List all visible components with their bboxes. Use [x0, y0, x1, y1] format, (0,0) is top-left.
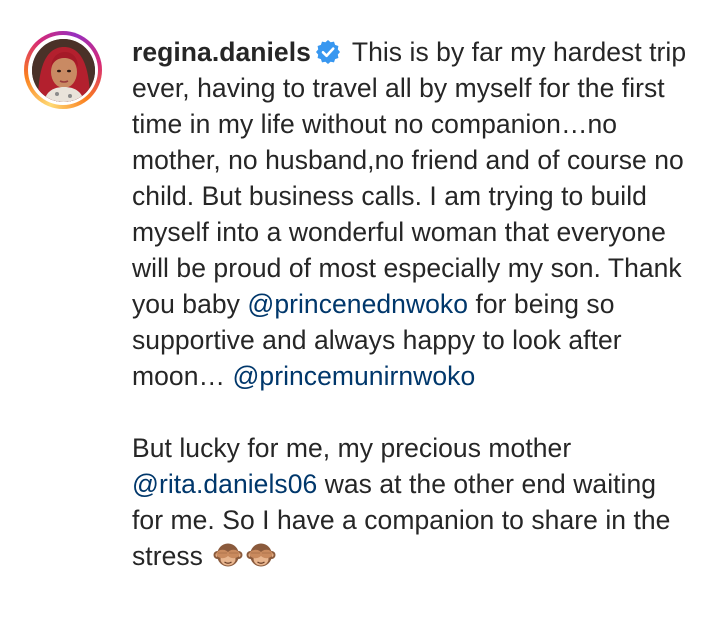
- caption-paragraph-1: regina.daniels This is by far my hardest…: [132, 34, 692, 394]
- caption-segment: This is by far my hardest trip ever, hav…: [132, 37, 687, 319]
- caption-text: regina.daniels This is by far my hardest…: [132, 34, 692, 574]
- profile-photo-icon: [31, 38, 95, 102]
- caption-paragraph-2: But lucky for me, my precious mother @ri…: [132, 430, 692, 574]
- instagram-caption: regina.daniels This is by far my hardest…: [0, 0, 720, 636]
- username-link[interactable]: regina.daniels: [132, 37, 311, 67]
- story-ring[interactable]: [24, 31, 102, 109]
- avatar[interactable]: [31, 38, 95, 102]
- see-no-evil-monkey-icon: [213, 543, 243, 567]
- see-no-evil-monkey-icon: [246, 543, 276, 567]
- mention-link-rita-daniels06[interactable]: @rita.daniels06: [132, 469, 317, 499]
- mention-link-princemunirnwoko[interactable]: @princemunirnwoko: [232, 361, 475, 391]
- caption-segment: But lucky for me, my precious mother: [132, 433, 572, 463]
- verified-badge-icon: [315, 40, 340, 64]
- mention-link-princenednwoko[interactable]: @princenednwoko: [247, 289, 468, 319]
